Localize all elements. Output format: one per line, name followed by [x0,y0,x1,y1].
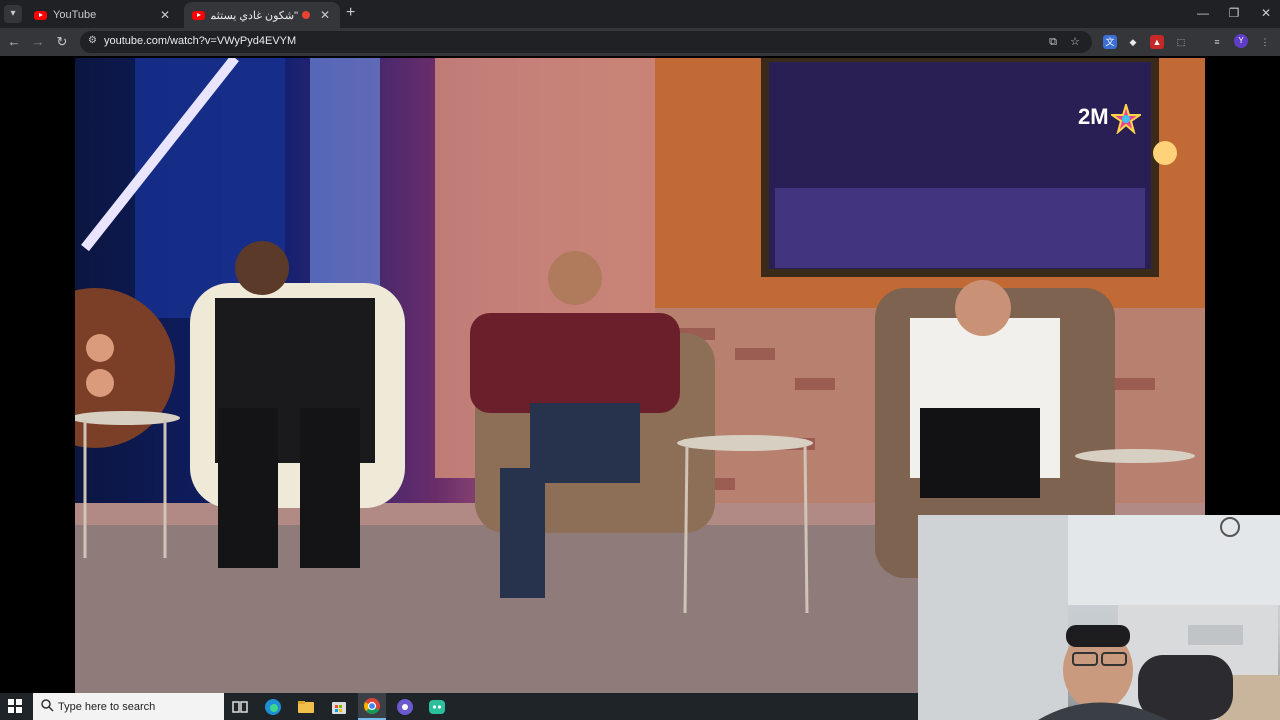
windows-start-icon[interactable] [8,699,22,713]
close-tab-icon[interactable]: ✕ [158,8,172,22]
extensions-puzzle-icon[interactable]: ⬚ [1174,35,1188,49]
translate-extension-icon[interactable]: 文 [1103,35,1117,49]
tab-strip: ▾ YouTube ✕ "شكون غادي يستثمر فمشرو.. ✕ … [0,0,1280,28]
chrome-icon [364,698,380,714]
menu-kebab-icon[interactable]: ⋮ [1258,35,1272,49]
forward-icon[interactable]: → [30,34,46,50]
url-text[interactable]: youtube.com/watch?v=VWyPyd4EVYM [104,35,296,47]
install-app-icon[interactable]: ⧉ [1046,35,1060,49]
reading-list-icon[interactable]: ≡ [1210,35,1224,49]
address-bar[interactable]: ⚙ youtube.com/watch?v=VWyPyd4EVYM ⧉ ☆ [80,31,1092,53]
channel-logo: 2M [1078,104,1109,129]
tab-search-button[interactable]: ▾ [4,5,22,23]
file-explorer-icon[interactable] [297,698,315,716]
youtube-favicon-icon [192,10,205,20]
minimize-icon[interactable]: — [1193,6,1213,20]
webcam-overlay [918,515,1280,720]
new-tab-button[interactable]: + [346,5,355,21]
search-placeholder: Type here to search [58,701,156,713]
tab-title: "شكون غادي يستثمر فمشرو.. [211,9,298,22]
taskbar-search-box[interactable]: Type here to search [33,693,224,720]
site-info-icon[interactable]: ⚙ [88,36,98,46]
bookmark-star-icon[interactable]: ☆ [1068,35,1082,49]
obs-studio-icon[interactable] [396,698,414,716]
diamond-extension-icon[interactable]: ◆ [1126,35,1140,49]
profile-avatar[interactable]: Y [1234,34,1248,48]
close-window-icon[interactable]: ✕ [1256,6,1276,20]
back-icon[interactable]: ← [6,34,22,50]
youtube-favicon-icon [34,10,47,20]
search-icon [41,699,54,712]
webcam-scene [918,515,1280,720]
windows-taskbar: Type here to search [0,693,918,720]
edge-browser-icon[interactable] [264,698,282,716]
restore-icon[interactable]: ❐ [1224,6,1244,20]
tab-video[interactable]: "شكون غادي يستثمر فمشرو.. ✕ [184,2,340,28]
pdf-extension-icon[interactable]: ▲ [1150,35,1164,49]
recording-indicator-icon [302,11,310,19]
tab-title: YouTube [53,9,97,21]
reload-icon[interactable]: ↻ [54,34,70,50]
task-view-icon[interactable] [231,698,249,716]
browser-toolbar: ← → ↻ ⚙ youtube.com/watch?v=VWyPyd4EVYM … [0,28,1280,56]
discord-icon[interactable] [428,698,446,716]
chrome-taskbar-button[interactable] [358,693,386,720]
2m-star-logo-icon [1111,104,1141,134]
tab-youtube[interactable]: YouTube ✕ [26,2,180,28]
close-tab-icon[interactable]: ✕ [318,8,332,22]
microsoft-store-icon[interactable] [330,698,348,716]
